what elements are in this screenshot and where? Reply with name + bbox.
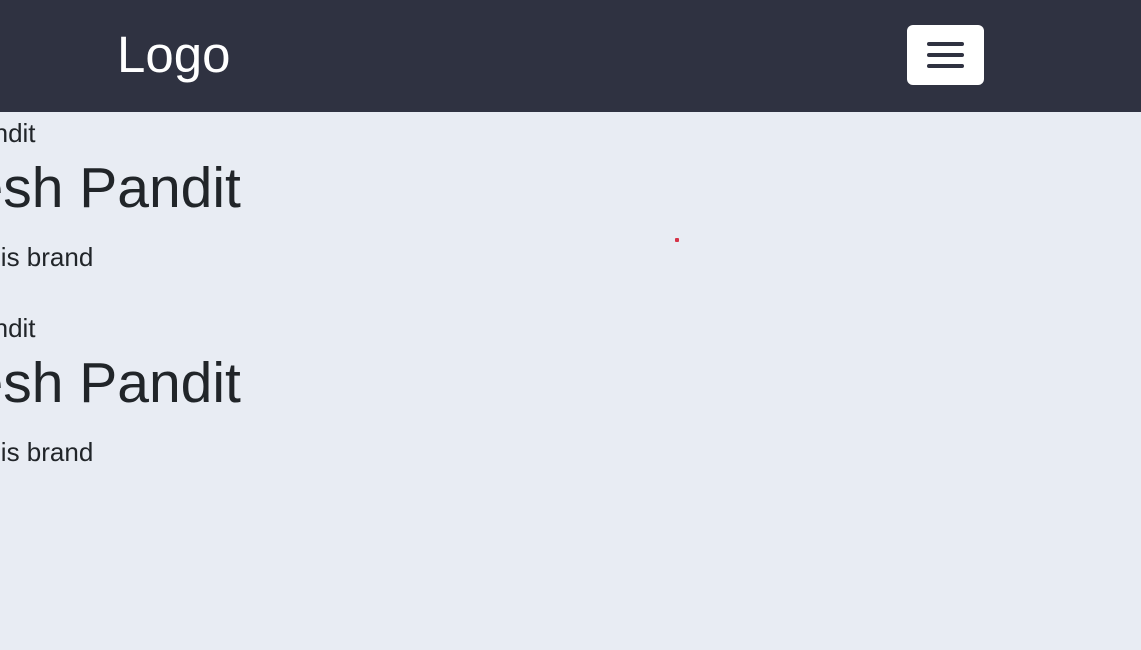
main-content: n pandit kesh Pandit ame is brand n pand… <box>0 112 1141 650</box>
navbar: Logo <box>0 0 1141 112</box>
hamburger-line-bottom <box>927 64 964 68</box>
profile-name-heading: kesh Pandit <box>0 156 241 220</box>
menu-toggle-button[interactable] <box>907 25 984 85</box>
profile-subtitle: n pandit <box>0 313 36 343</box>
hamburger-line-top <box>927 42 964 46</box>
hamburger-line-middle <box>927 53 964 57</box>
profile-subtitle: n pandit <box>0 118 36 148</box>
logo[interactable]: Logo <box>117 25 230 85</box>
profile-name-heading: kesh Pandit <box>0 351 241 415</box>
accent-dot <box>675 238 679 242</box>
profile-tagline: ame is brand <box>0 242 94 272</box>
profile-tagline: ame is brand <box>0 437 94 467</box>
